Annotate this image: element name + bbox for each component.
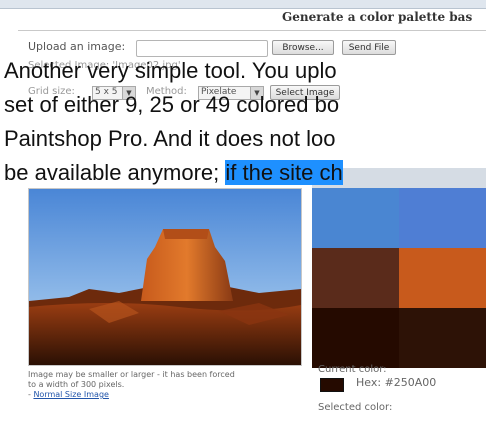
header-strip: [0, 0, 486, 9]
browse-button[interactable]: Browse...: [272, 40, 334, 55]
screenshot: Generate a color palette bas Upload an i…: [0, 0, 486, 428]
normal-size-line: - Normal Size Image: [28, 390, 109, 400]
upload-label: Upload an image:: [28, 40, 126, 53]
selected-color-label: Selected color:: [318, 402, 393, 413]
normal-size-image-link[interactable]: Normal Size Image: [33, 390, 109, 399]
overlay-line-3: Paintshop Pro. And it does not loo: [4, 126, 336, 151]
image-note-line-2: to a width of 300 pixels.: [28, 380, 125, 389]
palette-swatch[interactable]: [312, 188, 399, 248]
palette-swatch[interactable]: [399, 188, 486, 248]
file-path-input[interactable]: [136, 40, 268, 57]
palette-swatch[interactable]: [399, 248, 486, 308]
divider: [18, 30, 486, 31]
uploaded-image: [28, 188, 302, 366]
image-note-line-1: Image may be smaller or larger - it has …: [28, 370, 235, 379]
overlay-line-2: set of either 9, 25 or 49 colored bo: [4, 92, 340, 117]
palette-swatch[interactable]: [399, 308, 486, 368]
overlay-line-4-highlight: if the site ch: [225, 160, 343, 185]
overlay-line-1: Another very simple tool. You uplo: [4, 58, 337, 83]
current-color-label: Current color:: [318, 364, 387, 375]
send-file-button[interactable]: Send File: [342, 40, 396, 55]
hex-label: Hex:: [356, 376, 382, 389]
hex-value: #250A00: [384, 376, 437, 389]
palette-swatch[interactable]: [312, 308, 399, 368]
overlay-line-4-plain: be available anymore;: [4, 160, 226, 185]
page-title: Generate a color palette bas: [282, 10, 473, 24]
desert-butte-photo: [29, 189, 301, 365]
hex-readout: Hex: #250A00: [356, 376, 436, 389]
overlay-line-4: be available anymore; if the site ch: [4, 160, 343, 185]
palette-swatch[interactable]: [312, 248, 399, 308]
current-color-swatch: [320, 378, 344, 392]
